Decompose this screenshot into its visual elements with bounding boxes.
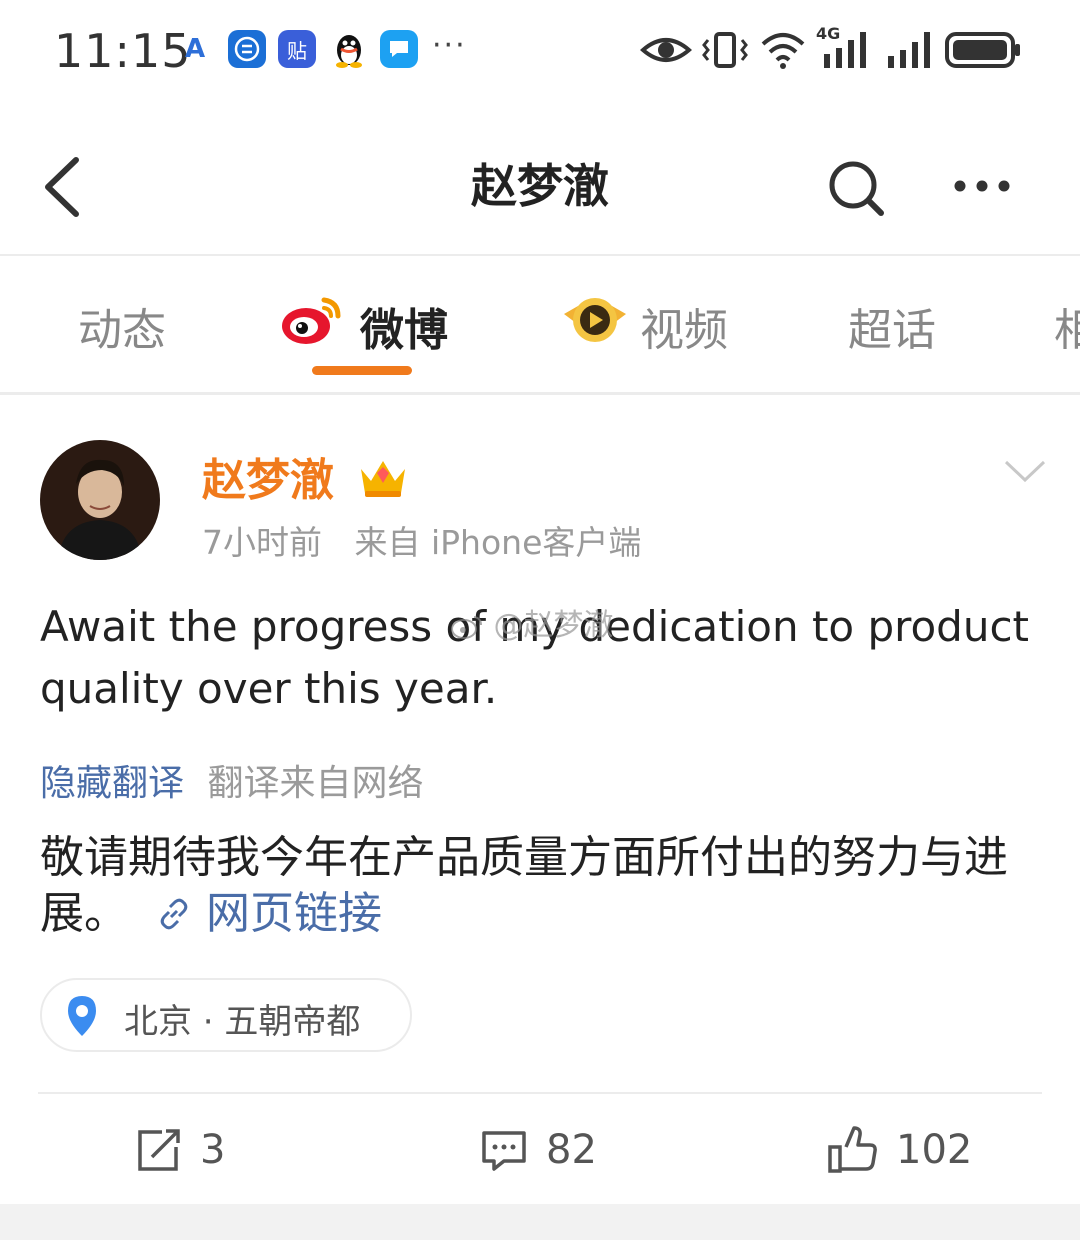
list-app-icon: [228, 30, 266, 68]
comment-icon: [482, 1131, 526, 1171]
avatar[interactable]: [40, 440, 160, 560]
like-count: 102: [896, 1127, 973, 1173]
bottom-separator: [0, 1204, 1080, 1240]
repost-count: 3: [200, 1127, 226, 1173]
link-icon: [160, 898, 188, 930]
web-link[interactable]: 网页链接: [156, 888, 382, 939]
translation-row: 隐藏翻译 翻译来自网络: [40, 754, 423, 806]
battery-icon: [945, 32, 1020, 68]
repost-button[interactable]: 3: [134, 1120, 225, 1180]
chevron-down-icon[interactable]: [1002, 456, 1048, 486]
nav-bar: 赵梦澈: [0, 120, 1080, 256]
a-icon: A: [184, 34, 206, 64]
weibo-logo-icon: [280, 292, 346, 348]
tab-video[interactable]: 视频: [640, 294, 728, 358]
web-link-label[interactable]: 网页链接: [206, 888, 382, 939]
watermark-text: @赵梦澈: [493, 608, 614, 643]
page-title: 赵梦澈: [471, 159, 609, 213]
video-tab-icon: [562, 292, 628, 348]
tab-album[interactable]: 相: [1054, 294, 1080, 358]
status-time: 11:15: [54, 24, 192, 78]
search-icon[interactable]: [826, 158, 886, 218]
divider: [38, 1092, 1042, 1094]
hide-translation-link[interactable]: 隐藏翻译: [40, 763, 184, 804]
message-icon: [380, 30, 418, 68]
more-notifications: ···: [432, 28, 467, 63]
tieba-label: 贴: [287, 38, 307, 63]
post-text-chinese: 敬请期待我今年在产品质量方面所付出的努力与进展。 网页链接: [40, 830, 1040, 942]
signal-icon: [888, 32, 930, 68]
location-label[interactable]: 北京 · 五朝帝都: [124, 994, 360, 1043]
author-name[interactable]: 赵梦澈: [202, 444, 411, 508]
translation-source: 翻译来自网络: [207, 763, 424, 804]
repost-icon: [138, 1129, 180, 1171]
profile-tabs: 动态 微博 视频 超话 相: [0, 256, 1080, 395]
eye-icon: [640, 38, 692, 62]
tieba-icon: 贴: [278, 30, 316, 68]
more-menu-icon[interactable]: [952, 176, 1012, 196]
comment-count: 82: [546, 1127, 597, 1173]
vip-crown-icon: [361, 461, 406, 497]
wifi-icon: [761, 33, 805, 69]
tab-super-topic[interactable]: 超话: [848, 294, 936, 358]
like-icon: [828, 1126, 877, 1173]
post-source: 来自 iPhone客户端: [354, 523, 642, 562]
location-chip[interactable]: 北京 · 五朝帝都: [40, 978, 412, 1052]
watermark: @赵梦澈: [450, 600, 614, 644]
location-pin-icon: [68, 996, 96, 1036]
status-bar: 11:15 A 贴 ··· 4G: [0, 0, 1080, 110]
comment-button[interactable]: 82: [480, 1120, 597, 1180]
tab-dynamic[interactable]: 动态: [78, 294, 166, 358]
post-time: 7小时前: [202, 523, 322, 562]
post-meta: 7小时前 来自 iPhone客户端: [202, 516, 641, 564]
active-tab-indicator: [312, 366, 412, 375]
signal-4g-icon: 4G: [816, 24, 872, 72]
vibrate-icon: [702, 32, 748, 68]
weibo-watermark-icon: [451, 616, 482, 639]
like-button[interactable]: 102: [826, 1120, 972, 1180]
tab-weibo[interactable]: 微博: [360, 294, 448, 358]
qq-icon: [330, 30, 368, 68]
author-name-text[interactable]: 赵梦澈: [202, 455, 334, 506]
